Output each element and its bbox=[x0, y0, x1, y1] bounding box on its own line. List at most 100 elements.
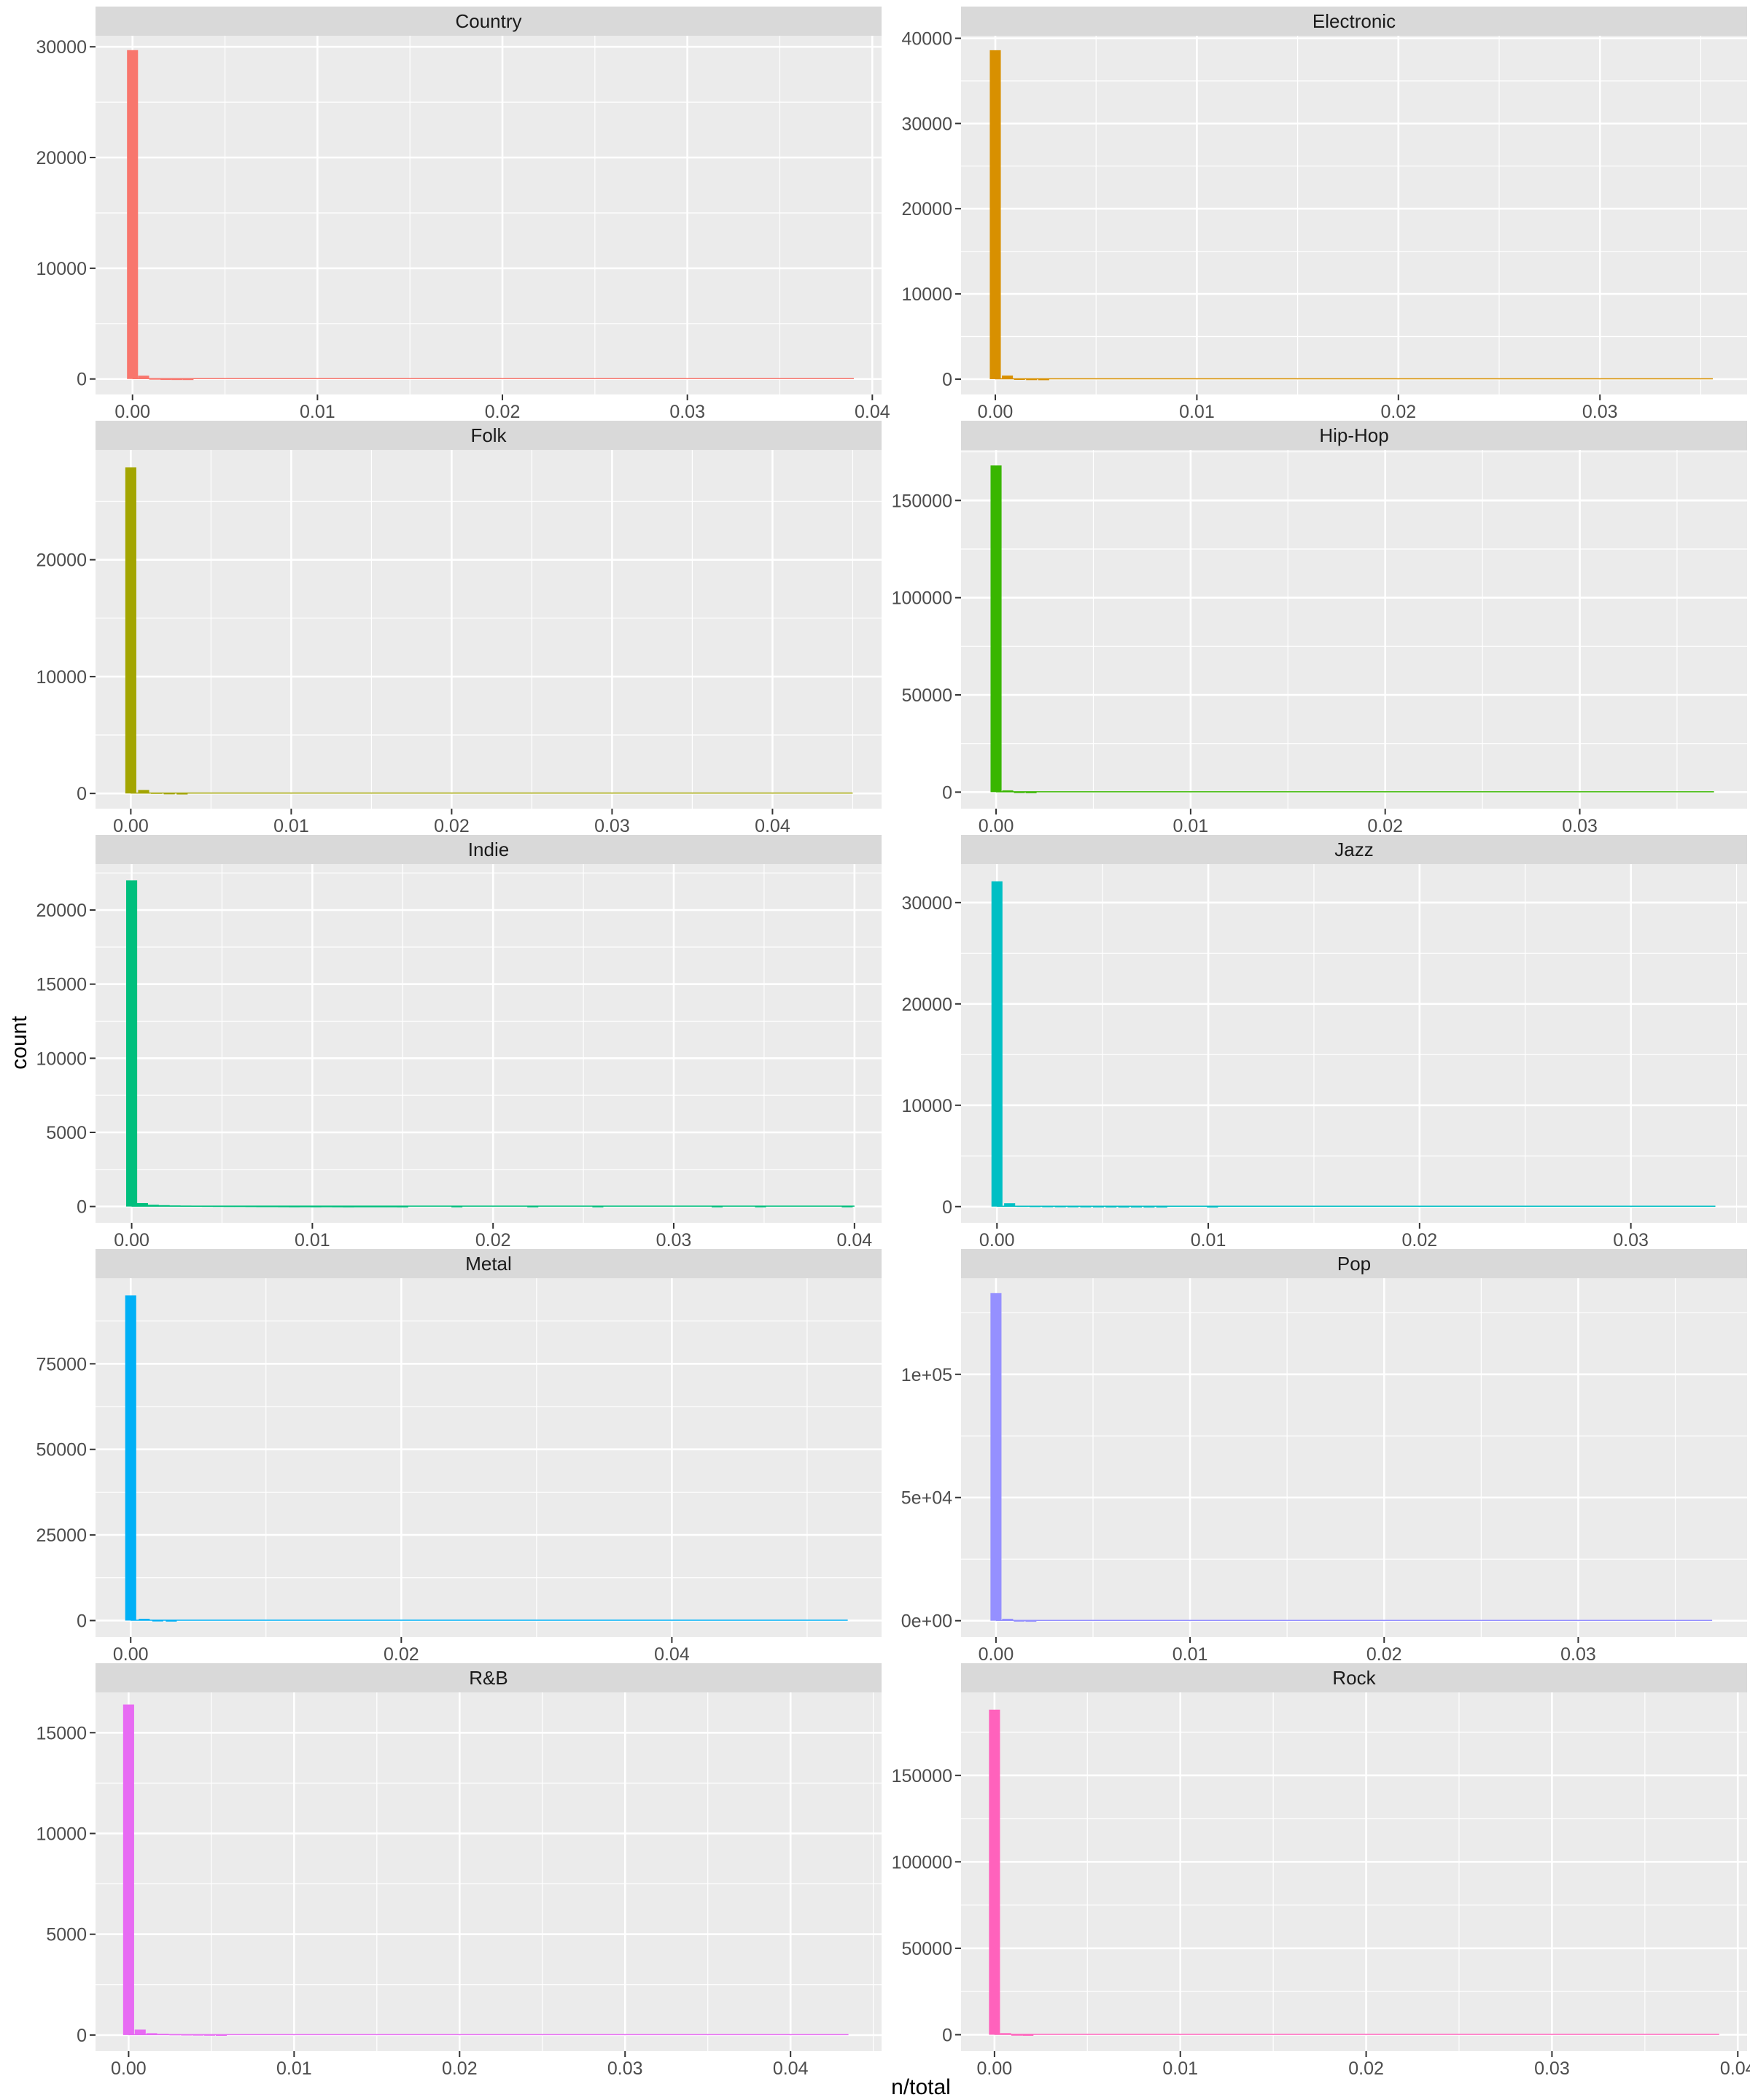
x-tick-label: 0.00 bbox=[979, 1644, 1014, 1665]
facet-folk: Folk 0 10000 20000 0.00 0.01 0.02 0.03 0.04 bbox=[36, 421, 882, 836]
histogram-bar bbox=[171, 378, 183, 381]
y-tick-label: 50000 bbox=[36, 1440, 87, 1461]
x-tick-label: 0.01 bbox=[1172, 1644, 1208, 1665]
histogram-bar bbox=[332, 1206, 343, 1208]
panel-background bbox=[96, 36, 882, 394]
facet-title: Hip-Hop bbox=[1319, 424, 1388, 446]
histogram-bar bbox=[1118, 1206, 1129, 1208]
histogram-bar bbox=[234, 1205, 246, 1208]
histogram-bar bbox=[451, 1206, 463, 1208]
histogram-bar bbox=[1002, 790, 1014, 793]
y-tick-label: 5000 bbox=[46, 1123, 87, 1143]
x-tick-label: 0.04 bbox=[855, 402, 890, 422]
x-tick-label: 0.01 bbox=[276, 2058, 312, 2079]
histogram-bar bbox=[122, 1704, 134, 2035]
histogram-bar bbox=[139, 1619, 150, 1621]
histogram-bar bbox=[245, 1205, 257, 1208]
y-tick-label: 40000 bbox=[901, 29, 952, 50]
histogram-bar bbox=[151, 793, 163, 794]
y-axis-label: count bbox=[7, 1016, 31, 1070]
x-tick-label: 0.02 bbox=[1401, 1230, 1437, 1251]
x-tick-label: 0.04 bbox=[836, 1230, 872, 1251]
facet-title: Jazz bbox=[1334, 839, 1373, 860]
y-tick-label: 25000 bbox=[36, 1525, 87, 1546]
histogram-bar bbox=[1025, 792, 1037, 793]
histogram-bar bbox=[755, 1206, 766, 1208]
panel-background bbox=[961, 36, 1747, 394]
x-tick-label: 0.02 bbox=[485, 402, 521, 422]
x-tick-label: 0.04 bbox=[1720, 2058, 1750, 2079]
x-tick-label: 0.02 bbox=[384, 1644, 419, 1665]
histogram-bar bbox=[126, 880, 138, 1207]
histogram-bar bbox=[163, 793, 175, 795]
x-tick-label: 0.04 bbox=[773, 2058, 809, 2079]
histogram-bar bbox=[138, 376, 149, 379]
x-tick-label: 0.03 bbox=[607, 2058, 643, 2079]
x-tick-label: 0.00 bbox=[113, 816, 149, 836]
y-tick-label: 20000 bbox=[36, 901, 87, 921]
histogram-bar bbox=[158, 1205, 170, 1207]
histogram-bar bbox=[192, 2034, 204, 2036]
histogram-bar bbox=[397, 1206, 408, 1208]
histogram-bar bbox=[1042, 1206, 1054, 1208]
y-tick-label: 0 bbox=[942, 1197, 952, 1218]
y-tick-label: 10000 bbox=[901, 1096, 952, 1116]
histogram-bar bbox=[299, 1206, 311, 1208]
histogram-bar bbox=[989, 1709, 1000, 2035]
histogram-bar bbox=[990, 1293, 1002, 1621]
facet-randb: R&B 0 5000 10000 15000 0.00 0.01 0.02 0.03 0.04 bbox=[36, 1663, 882, 2079]
y-tick-label: 10000 bbox=[36, 259, 87, 279]
y-tick-label: 20000 bbox=[901, 199, 952, 219]
y-tick-label: 100000 bbox=[892, 588, 952, 609]
histogram-bar bbox=[841, 1206, 853, 1208]
histogram-bar bbox=[152, 1620, 163, 1622]
histogram-bar bbox=[1014, 378, 1025, 380]
histogram-bar bbox=[191, 1205, 203, 1208]
x-tick-label: 0.01 bbox=[1173, 816, 1209, 836]
histogram-bar bbox=[310, 1206, 322, 1208]
histogram-bar bbox=[1025, 1620, 1037, 1622]
y-tick-label: 30000 bbox=[36, 37, 87, 58]
histogram-bar bbox=[1029, 1205, 1041, 1208]
x-tick-label: 0.01 bbox=[295, 1230, 330, 1251]
x-tick-label: 0.00 bbox=[977, 2058, 1013, 2079]
x-tick-label: 0.03 bbox=[1613, 1230, 1649, 1251]
histogram-bar bbox=[1014, 1620, 1025, 1622]
histogram-bar bbox=[991, 881, 1003, 1207]
facet-country: Country 0 10000 20000 30000 0.00 0.01 0.02 0.03 0… bbox=[36, 7, 890, 422]
histogram-bar bbox=[136, 1202, 148, 1207]
facet-indie: Indie 0 5000 10000 15000 20000 0.00 0.01 0.02 0.0… bbox=[36, 835, 882, 1251]
facet-title: Pop bbox=[1337, 1253, 1371, 1275]
histogram-bar bbox=[146, 2033, 158, 2035]
x-tick-label: 0.03 bbox=[656, 1230, 692, 1251]
facet-title: Electronic bbox=[1312, 10, 1396, 32]
x-tick-label: 0.00 bbox=[111, 2058, 147, 2079]
histogram-bar bbox=[212, 1205, 225, 1208]
y-tick-label: 5e+04 bbox=[901, 1488, 952, 1509]
histogram-bar bbox=[289, 1206, 300, 1208]
y-tick-label: 30000 bbox=[901, 893, 952, 914]
facet-title: Indie bbox=[468, 839, 509, 860]
x-tick-label: 0.00 bbox=[114, 1230, 149, 1251]
histogram-bar bbox=[354, 1206, 365, 1208]
histogram-bar bbox=[365, 1206, 376, 1208]
histogram-bar bbox=[160, 378, 171, 381]
facet-pop: Pop 0e+00 5e+04 1e+05 0.00 0.01 0.02 0.03 bbox=[901, 1249, 1747, 1665]
histogram-bar bbox=[1014, 792, 1025, 793]
x-tick-label: 0.02 bbox=[442, 2058, 478, 2079]
histogram-bar bbox=[1002, 1618, 1014, 1621]
y-tick-label: 0 bbox=[942, 370, 952, 390]
x-tick-label: 0.03 bbox=[1534, 2058, 1570, 2079]
x-tick-label: 0.00 bbox=[113, 1644, 149, 1665]
histogram-bar bbox=[1105, 1206, 1117, 1208]
histogram-bar bbox=[215, 2034, 228, 2036]
x-tick-label: 0.01 bbox=[1179, 402, 1215, 422]
y-tick-label: 0 bbox=[77, 370, 87, 390]
x-tick-label: 0.01 bbox=[1191, 1230, 1226, 1251]
histogram-bar bbox=[1207, 1206, 1218, 1208]
y-tick-label: 0 bbox=[77, 1197, 87, 1218]
panel-background bbox=[961, 450, 1747, 809]
x-axis-label: n/total bbox=[891, 2075, 951, 2099]
x-tick-label: 0.02 bbox=[1380, 402, 1416, 422]
panel-background bbox=[96, 450, 882, 809]
